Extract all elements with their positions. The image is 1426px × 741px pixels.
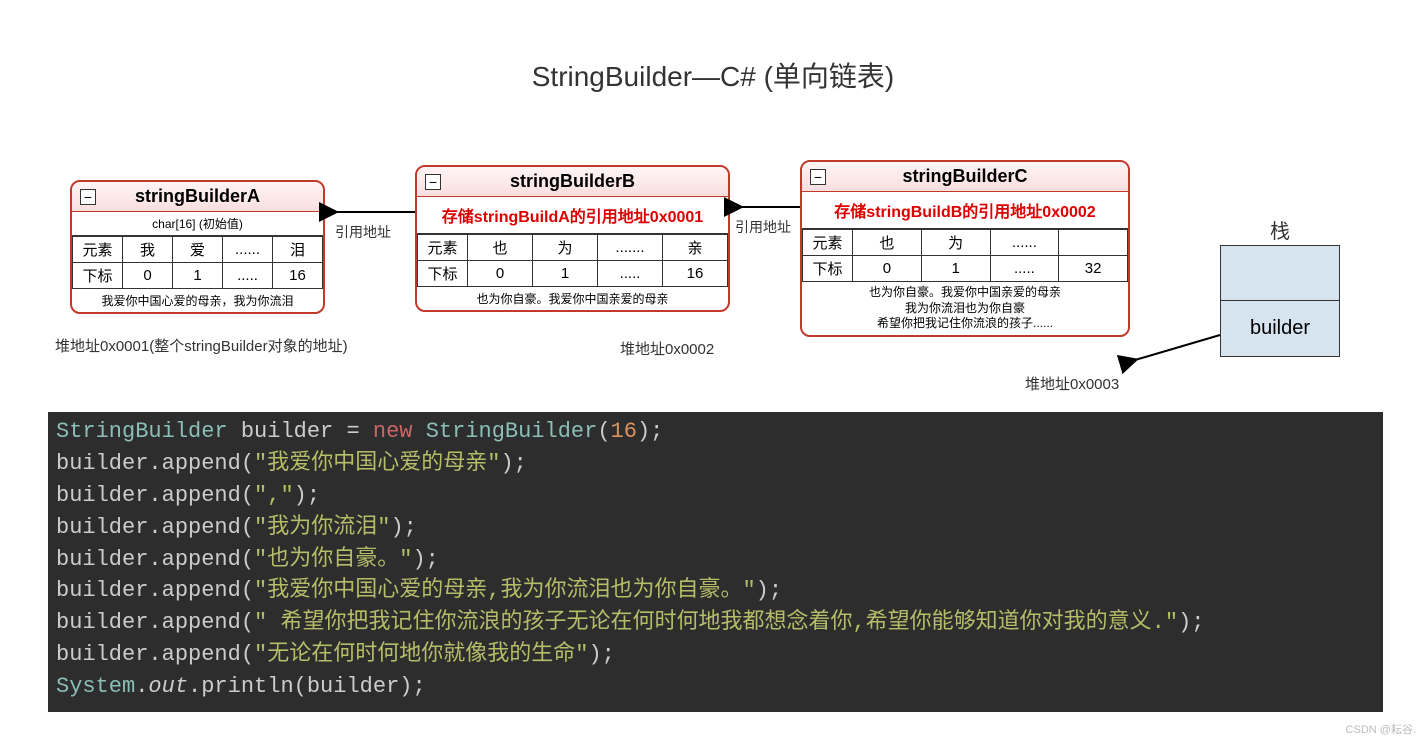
cell: 下标 bbox=[73, 263, 123, 289]
stringbuilder-c-box: − stringBuilderC 存储stringBuildB的引用地址0x00… bbox=[800, 160, 1130, 337]
cell: 下标 bbox=[418, 261, 468, 287]
box-a-caption: 堆地址0x0001(整个stringBuilder对象的地址) bbox=[55, 335, 348, 356]
tok: StringBuilder bbox=[426, 419, 598, 444]
tok: " 希望你把我记住你流浪的孩子无论在何时何地我都想念着你,希望你能够知道你对我的… bbox=[254, 610, 1178, 635]
cell: 为 bbox=[921, 230, 990, 256]
tok: "我爱你中国心爱的母亲,我为你流泪也为你自豪。" bbox=[254, 578, 756, 603]
tok: builder bbox=[56, 483, 148, 508]
tok: append bbox=[162, 578, 241, 603]
tok: builder bbox=[307, 674, 399, 699]
watermark: CSDN @耘谷. bbox=[1346, 721, 1416, 737]
tok: append bbox=[162, 451, 241, 476]
tok: println bbox=[201, 674, 293, 699]
cell: 也 bbox=[853, 230, 922, 256]
cell: 0 bbox=[123, 263, 173, 289]
collapse-icon: − bbox=[425, 174, 441, 190]
tok: append bbox=[162, 483, 241, 508]
box-a-subtitle: char[16] (初始值) bbox=[72, 212, 323, 236]
cell: 16 bbox=[663, 261, 728, 287]
tok: "," bbox=[254, 483, 294, 508]
box-a-header: − stringBuilderA bbox=[72, 182, 323, 212]
tok: builder bbox=[56, 578, 148, 603]
cell: 也 bbox=[468, 235, 533, 261]
box-c-table: 元素 也 为 ...... 下标 0 1 ..... 32 bbox=[802, 229, 1128, 282]
stack-label: 栈 bbox=[1230, 215, 1330, 244]
box-b-footer: 也为你自豪。我爱你中国亲爱的母亲 bbox=[417, 287, 728, 310]
cell: 0 bbox=[853, 256, 922, 282]
tok: StringBuilder bbox=[56, 419, 228, 444]
cell: 我 bbox=[123, 237, 173, 263]
cell bbox=[1059, 230, 1128, 256]
cell: 为 bbox=[533, 235, 598, 261]
box-c-title: stringBuilderC bbox=[902, 166, 1027, 186]
diagram-title: StringBuilder—C# (单向链表) bbox=[0, 55, 1426, 95]
tok: append bbox=[162, 547, 241, 572]
box-a-title: stringBuilderA bbox=[135, 186, 260, 206]
arrow-stack-to-c bbox=[1125, 330, 1225, 370]
cell: 泪 bbox=[273, 237, 323, 263]
cell: ....... bbox=[598, 235, 663, 261]
tok: "我爱你中国心爱的母亲" bbox=[254, 451, 500, 476]
box-b-header: − stringBuilderB bbox=[417, 167, 728, 197]
arrow-ba-label: 引用地址 bbox=[335, 222, 391, 242]
tok: out bbox=[148, 674, 188, 699]
tok: "无论在何时何地你就像我的生命" bbox=[254, 642, 588, 667]
collapse-icon: − bbox=[80, 189, 96, 205]
tok: new bbox=[373, 419, 413, 444]
tok: "我为你流泪" bbox=[254, 515, 390, 540]
cell: 1 bbox=[921, 256, 990, 282]
box-a-table: 元素 我 爱 ...... 泪 下标 0 1 ..... 16 bbox=[72, 236, 323, 289]
cell: 1 bbox=[173, 263, 223, 289]
stack-builder-cell: builder bbox=[1221, 301, 1339, 356]
cell: 爱 bbox=[173, 237, 223, 263]
cell: ...... bbox=[223, 237, 273, 263]
box-c-caption: 堆地址0x0003 bbox=[1025, 373, 1119, 394]
cell: ..... bbox=[223, 263, 273, 289]
cell: 0 bbox=[468, 261, 533, 287]
box-b-table: 元素 也 为 ....... 亲 下标 0 1 ..... 16 bbox=[417, 234, 728, 287]
box-a-footer: 我爱你中国心爱的母亲，我为你流泪 bbox=[72, 289, 323, 312]
cell: 16 bbox=[273, 263, 323, 289]
code-block: StringBuilder builder = new StringBuilde… bbox=[48, 412, 1383, 712]
cell: 元素 bbox=[73, 237, 123, 263]
cell: 元素 bbox=[803, 230, 853, 256]
tok: builder bbox=[56, 547, 148, 572]
cell: ..... bbox=[990, 256, 1059, 282]
collapse-icon: − bbox=[810, 169, 826, 185]
stack-box: builder bbox=[1220, 245, 1340, 357]
tok: builder bbox=[241, 419, 333, 444]
cell: ...... bbox=[990, 230, 1059, 256]
cell: 元素 bbox=[418, 235, 468, 261]
arrow-cb-label: 引用地址 bbox=[735, 217, 791, 237]
tok: builder bbox=[56, 515, 148, 540]
box-c-ref: 存储stringBuildB的引用地址0x0002 bbox=[802, 192, 1128, 229]
tok: builder bbox=[56, 610, 148, 635]
box-c-header: − stringBuilderC bbox=[802, 162, 1128, 192]
box-b-caption: 堆地址0x0002 bbox=[620, 338, 714, 359]
stringbuilder-b-box: − stringBuilderB 存储stringBuildA的引用地址0x00… bbox=[415, 165, 730, 312]
cell: 亲 bbox=[663, 235, 728, 261]
cell: 下标 bbox=[803, 256, 853, 282]
tok: System bbox=[56, 674, 135, 699]
box-c-footer: 也为你自豪。我爱你中国亲爱的母亲 我为你流泪也为你自豪 希望你把我记住你流浪的孩… bbox=[802, 282, 1128, 335]
tok: builder bbox=[56, 642, 148, 667]
stack-empty-cell bbox=[1221, 246, 1339, 301]
tok: 16 bbox=[611, 419, 637, 444]
tok: "也为你自豪。" bbox=[254, 547, 412, 572]
tok: append bbox=[162, 642, 241, 667]
box-b-ref: 存储stringBuildA的引用地址0x0001 bbox=[417, 197, 728, 234]
cell: 1 bbox=[533, 261, 598, 287]
tok: builder bbox=[56, 451, 148, 476]
tok: append bbox=[162, 515, 241, 540]
tok: append bbox=[162, 610, 241, 635]
box-c-footer-line3: 希望你把我记住你流浪的孩子...... bbox=[806, 316, 1124, 332]
cell: 32 bbox=[1059, 256, 1128, 282]
box-b-title: stringBuilderB bbox=[510, 171, 635, 191]
stringbuilder-a-box: − stringBuilderA char[16] (初始值) 元素 我 爱 .… bbox=[70, 180, 325, 314]
box-c-footer-line1: 也为你自豪。我爱你中国亲爱的母亲 bbox=[806, 285, 1124, 301]
cell: ..... bbox=[598, 261, 663, 287]
box-c-footer-line2: 我为你流泪也为你自豪 bbox=[806, 301, 1124, 317]
tok: = bbox=[346, 419, 359, 444]
